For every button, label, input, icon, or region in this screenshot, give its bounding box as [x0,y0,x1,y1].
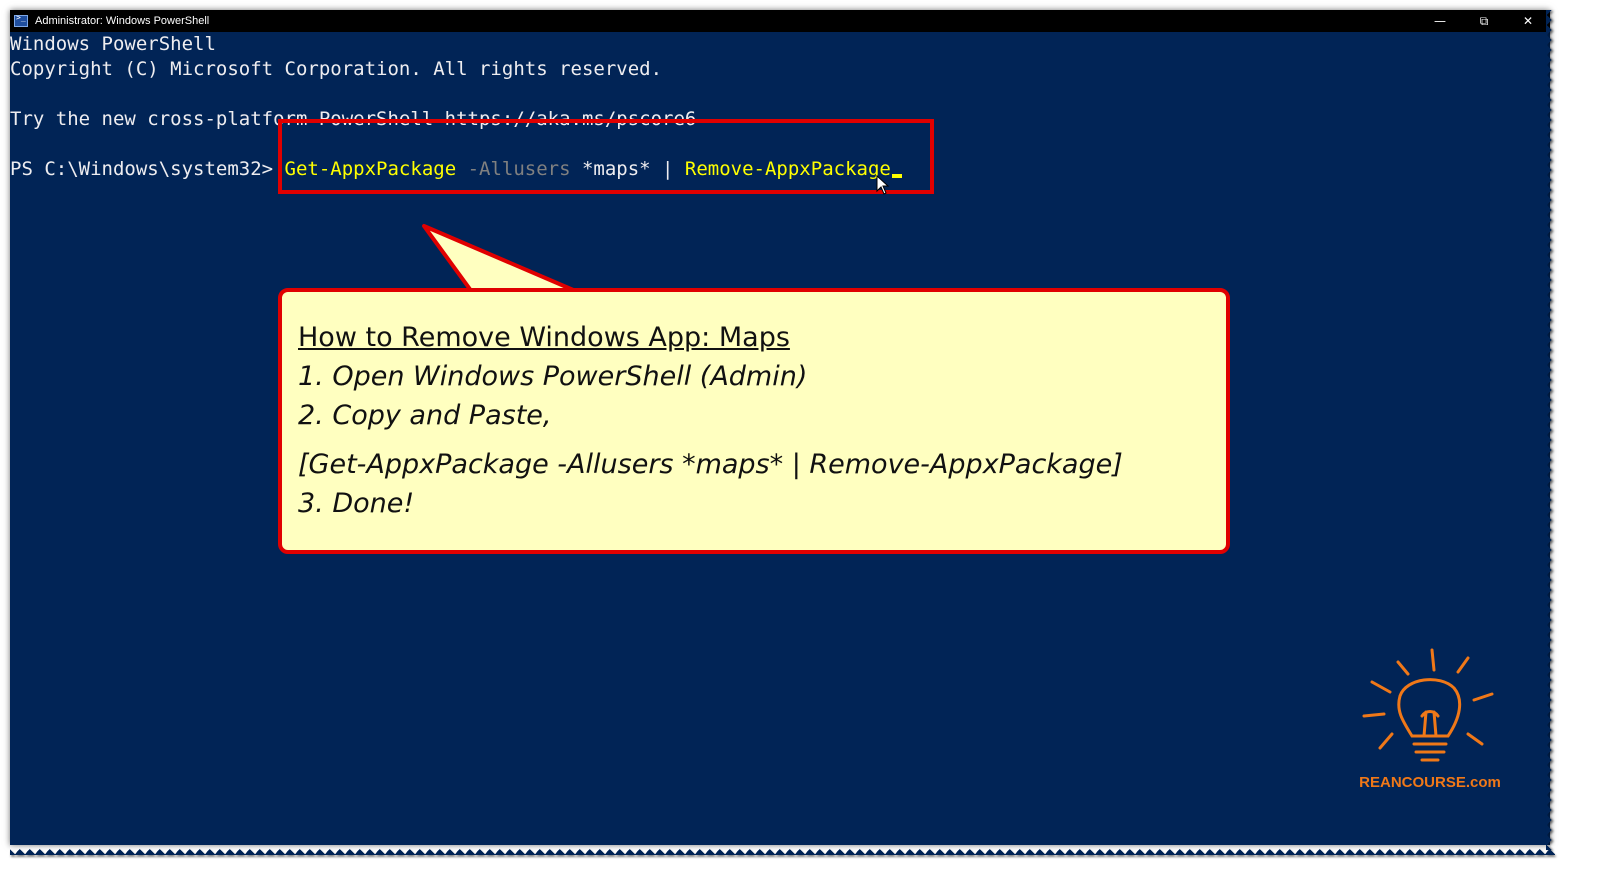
powershell-icon [14,13,28,27]
prompt: PS C:\Windows\system32> [10,158,285,180]
step-2: 2. Copy and Paste, [298,400,552,431]
callout-tail [422,224,584,294]
command-text: [Get-AppxPackage -Allusers *maps* | Remo… [298,449,1123,480]
instruction-callout: How to Remove Windows App: Maps 1. Open … [278,288,1230,554]
step-1: 1. Open Windows PowerShell (Admin) [298,361,808,392]
close-button[interactable]: ✕ [1506,10,1550,32]
callout-heading: How to Remove Windows App: Maps [298,322,790,353]
title-bar[interactable]: Administrator: Windows PowerShell — ⧉ ✕ [10,10,1550,32]
torn-edge-right [1546,10,1560,850]
command-highlight-box [278,119,934,194]
restore-button[interactable]: ⧉ [1462,10,1506,32]
copyright-line: Copyright (C) Microsoft Corporation. All… [10,58,663,80]
lightbulb-icon [1362,648,1494,762]
torn-edge-bottom [10,841,1555,855]
window-controls: — ⧉ ✕ [1418,10,1550,32]
minimize-button[interactable]: — [1418,10,1462,32]
window-title: Administrator: Windows PowerShell [35,15,210,27]
callout-content: How to Remove Windows App: Maps 1. Open … [298,318,1123,523]
banner-line: Windows PowerShell [10,33,216,55]
logo-text: REANCOURSE.com [1359,774,1501,791]
mouse-pointer-icon [876,175,890,195]
step-3: 3. Done! [298,488,415,519]
reancourse-logo: REANCOURSE.com [1350,640,1510,800]
